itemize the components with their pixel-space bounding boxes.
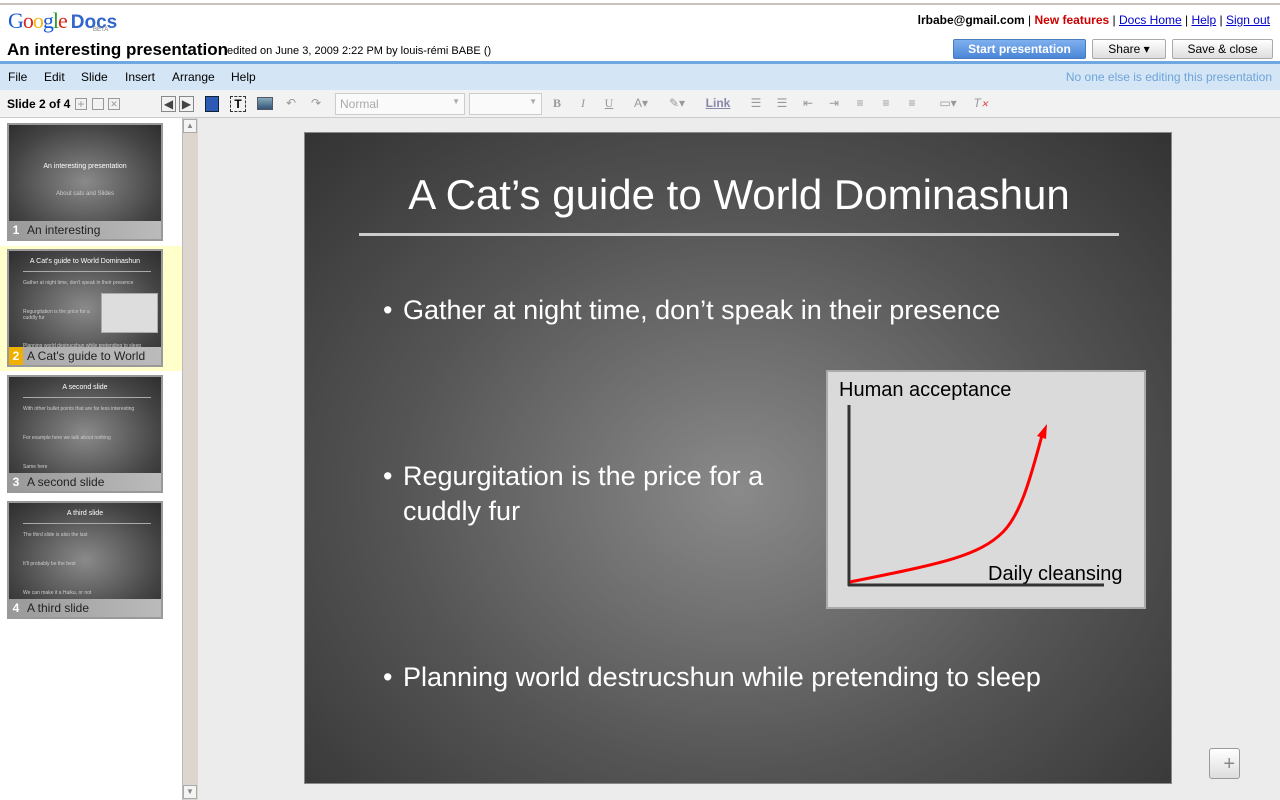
bold-button[interactable]: B (550, 96, 564, 112)
save-close-button[interactable]: Save & close (1172, 39, 1273, 59)
slide-title[interactable]: A Cat’s guide to World Dominashun (305, 171, 1171, 219)
start-presentation-button[interactable]: Start presentation (953, 39, 1086, 59)
slide-thumbnail-4[interactable]: A third slide The third slide is also th… (7, 501, 163, 619)
menu-file[interactable]: File (8, 70, 27, 84)
text-box-icon[interactable]: T (230, 96, 246, 112)
decrease-indent-icon[interactable]: ⇤ (800, 96, 816, 112)
thumb-bullet: We can make it a Haiku, or not (23, 590, 92, 596)
collaboration-status: No one else is editing this presentation (1065, 70, 1272, 84)
top-border (0, 3, 1280, 5)
italic-button[interactable]: I (576, 96, 590, 112)
thumb-title-line (23, 397, 151, 398)
link-button[interactable]: Link (704, 96, 732, 112)
thumb-label: 3A second slide (9, 473, 161, 491)
thumb-label: 4A third slide (9, 599, 161, 617)
thumb-bullet: It'll probably be the best (23, 561, 76, 567)
underline-button[interactable]: U (602, 96, 616, 112)
thumb-title-line (23, 523, 151, 524)
bulleted-list-icon[interactable]: ☰ (774, 96, 790, 112)
thumb-title: A Cat's guide to World Dominashun (29, 258, 141, 265)
text-color-icon[interactable]: A▾ (627, 96, 655, 112)
beta-label: BETA (93, 27, 109, 33)
thumb-bullet: With other bullet points that are far le… (23, 406, 135, 412)
document-title[interactable]: An interesting presentation (7, 40, 228, 60)
menu-help[interactable]: Help (231, 70, 256, 84)
scroll-up-icon[interactable]: ▲ (183, 119, 197, 133)
edited-info: edited on June 3, 2009 2:22 PM by louis-… (227, 45, 492, 57)
thumb-label: 1 An interesting (9, 221, 161, 239)
slide-thumbnail-3[interactable]: A second slide With other bullet points … (7, 375, 163, 493)
undo-icon[interactable]: ↶ (283, 96, 299, 112)
new-features-link[interactable]: New features (1034, 13, 1109, 27)
slide-bullet-1[interactable]: • Gather at night time, don’t speak in th… (383, 293, 1000, 328)
highlight-color-icon[interactable]: ✎▾ (663, 96, 691, 112)
scrollbar[interactable] (182, 118, 198, 800)
slide-thumbnail-2[interactable]: A Cat's guide to World Dominashun Gather… (7, 249, 163, 367)
help-link[interactable]: Help (1191, 13, 1216, 27)
redo-icon[interactable]: ↷ (308, 96, 324, 112)
sign-out-link[interactable]: Sign out (1226, 13, 1270, 27)
docs-home-link[interactable]: Docs Home (1119, 13, 1182, 27)
align-center-icon[interactable]: ≡ (878, 96, 894, 112)
duplicate-slide-icon[interactable] (92, 98, 104, 110)
thumb-title: A third slide (66, 510, 104, 517)
title-underline (359, 233, 1119, 236)
numbered-list-icon[interactable]: ☰ (748, 96, 764, 112)
slide-thumbnail-1[interactable]: An interesting presentation About cats a… (7, 123, 163, 241)
align-right-icon[interactable]: ≡ (904, 96, 920, 112)
share-button[interactable]: Share ▾ (1092, 39, 1166, 59)
thumb-label: 2A Cat's guide to World (9, 347, 161, 365)
slide-bullet-2[interactable]: • Regurgitation is the price for a cuddly … (383, 459, 763, 529)
chart-image[interactable]: Human acceptance Daily cleansing (826, 370, 1146, 609)
style-value: Normal (340, 97, 379, 111)
prev-slide-icon[interactable]: ◀ (161, 96, 176, 112)
chart-curve (849, 431, 1045, 584)
save-icon[interactable] (205, 96, 219, 112)
slide-count: Slide 2 of 4 (7, 97, 71, 111)
menu-edit[interactable]: Edit (44, 70, 65, 84)
thumb-subtitle: About cats and Slides (55, 191, 115, 197)
thumb-bullet: Same here (23, 464, 48, 470)
user-email: lrbabe@gmail.com (917, 13, 1025, 27)
menu-arrange[interactable]: Arrange (172, 70, 215, 84)
style-select[interactable]: Normal ▼ (335, 93, 465, 115)
image-icon[interactable] (257, 97, 273, 110)
slide-bullet-3[interactable]: • Planning world destrucshun while preten… (383, 660, 1041, 695)
speaker-notes-button[interactable]: + (1209, 748, 1240, 779)
increase-indent-icon[interactable]: ⇥ (826, 96, 842, 112)
align-left-icon[interactable]: ≡ (852, 96, 868, 112)
background-icon[interactable]: ▭▾ (933, 96, 963, 112)
slide-canvas[interactable]: A Cat’s guide to World Dominashun • Gathe… (304, 132, 1172, 784)
thumb-chart (101, 293, 158, 333)
delete-slide-icon[interactable]: ✕ (108, 98, 120, 110)
next-slide-icon[interactable]: ▶ (179, 96, 194, 112)
font-size-select[interactable]: ▼ (469, 93, 542, 115)
thumb-bullet: The third slide is also the last (23, 532, 88, 538)
menu-slide[interactable]: Slide (81, 70, 108, 84)
thumb-bullet: Regurgitation is the price for a cuddly … (23, 309, 90, 321)
thumb-title: An interesting presentation (43, 163, 127, 170)
chart-arrowhead (1037, 424, 1047, 439)
thumb-bullet: Gather at night time, don't speak in the… (23, 280, 134, 286)
chart-graphic (847, 405, 1104, 587)
menu-insert[interactable]: Insert (125, 70, 155, 84)
thumb-title-line (23, 271, 151, 272)
account-links: lrbabe@gmail.com | New features | Docs H… (917, 13, 1270, 27)
scroll-down-icon[interactable]: ▼ (183, 785, 197, 799)
thumb-bullet: For example here we talk about nothing (23, 435, 111, 441)
clear-formatting-icon[interactable]: T✕ (973, 96, 989, 112)
thumb-title: A second slide (62, 384, 108, 391)
new-slide-icon[interactable]: + (75, 98, 87, 110)
